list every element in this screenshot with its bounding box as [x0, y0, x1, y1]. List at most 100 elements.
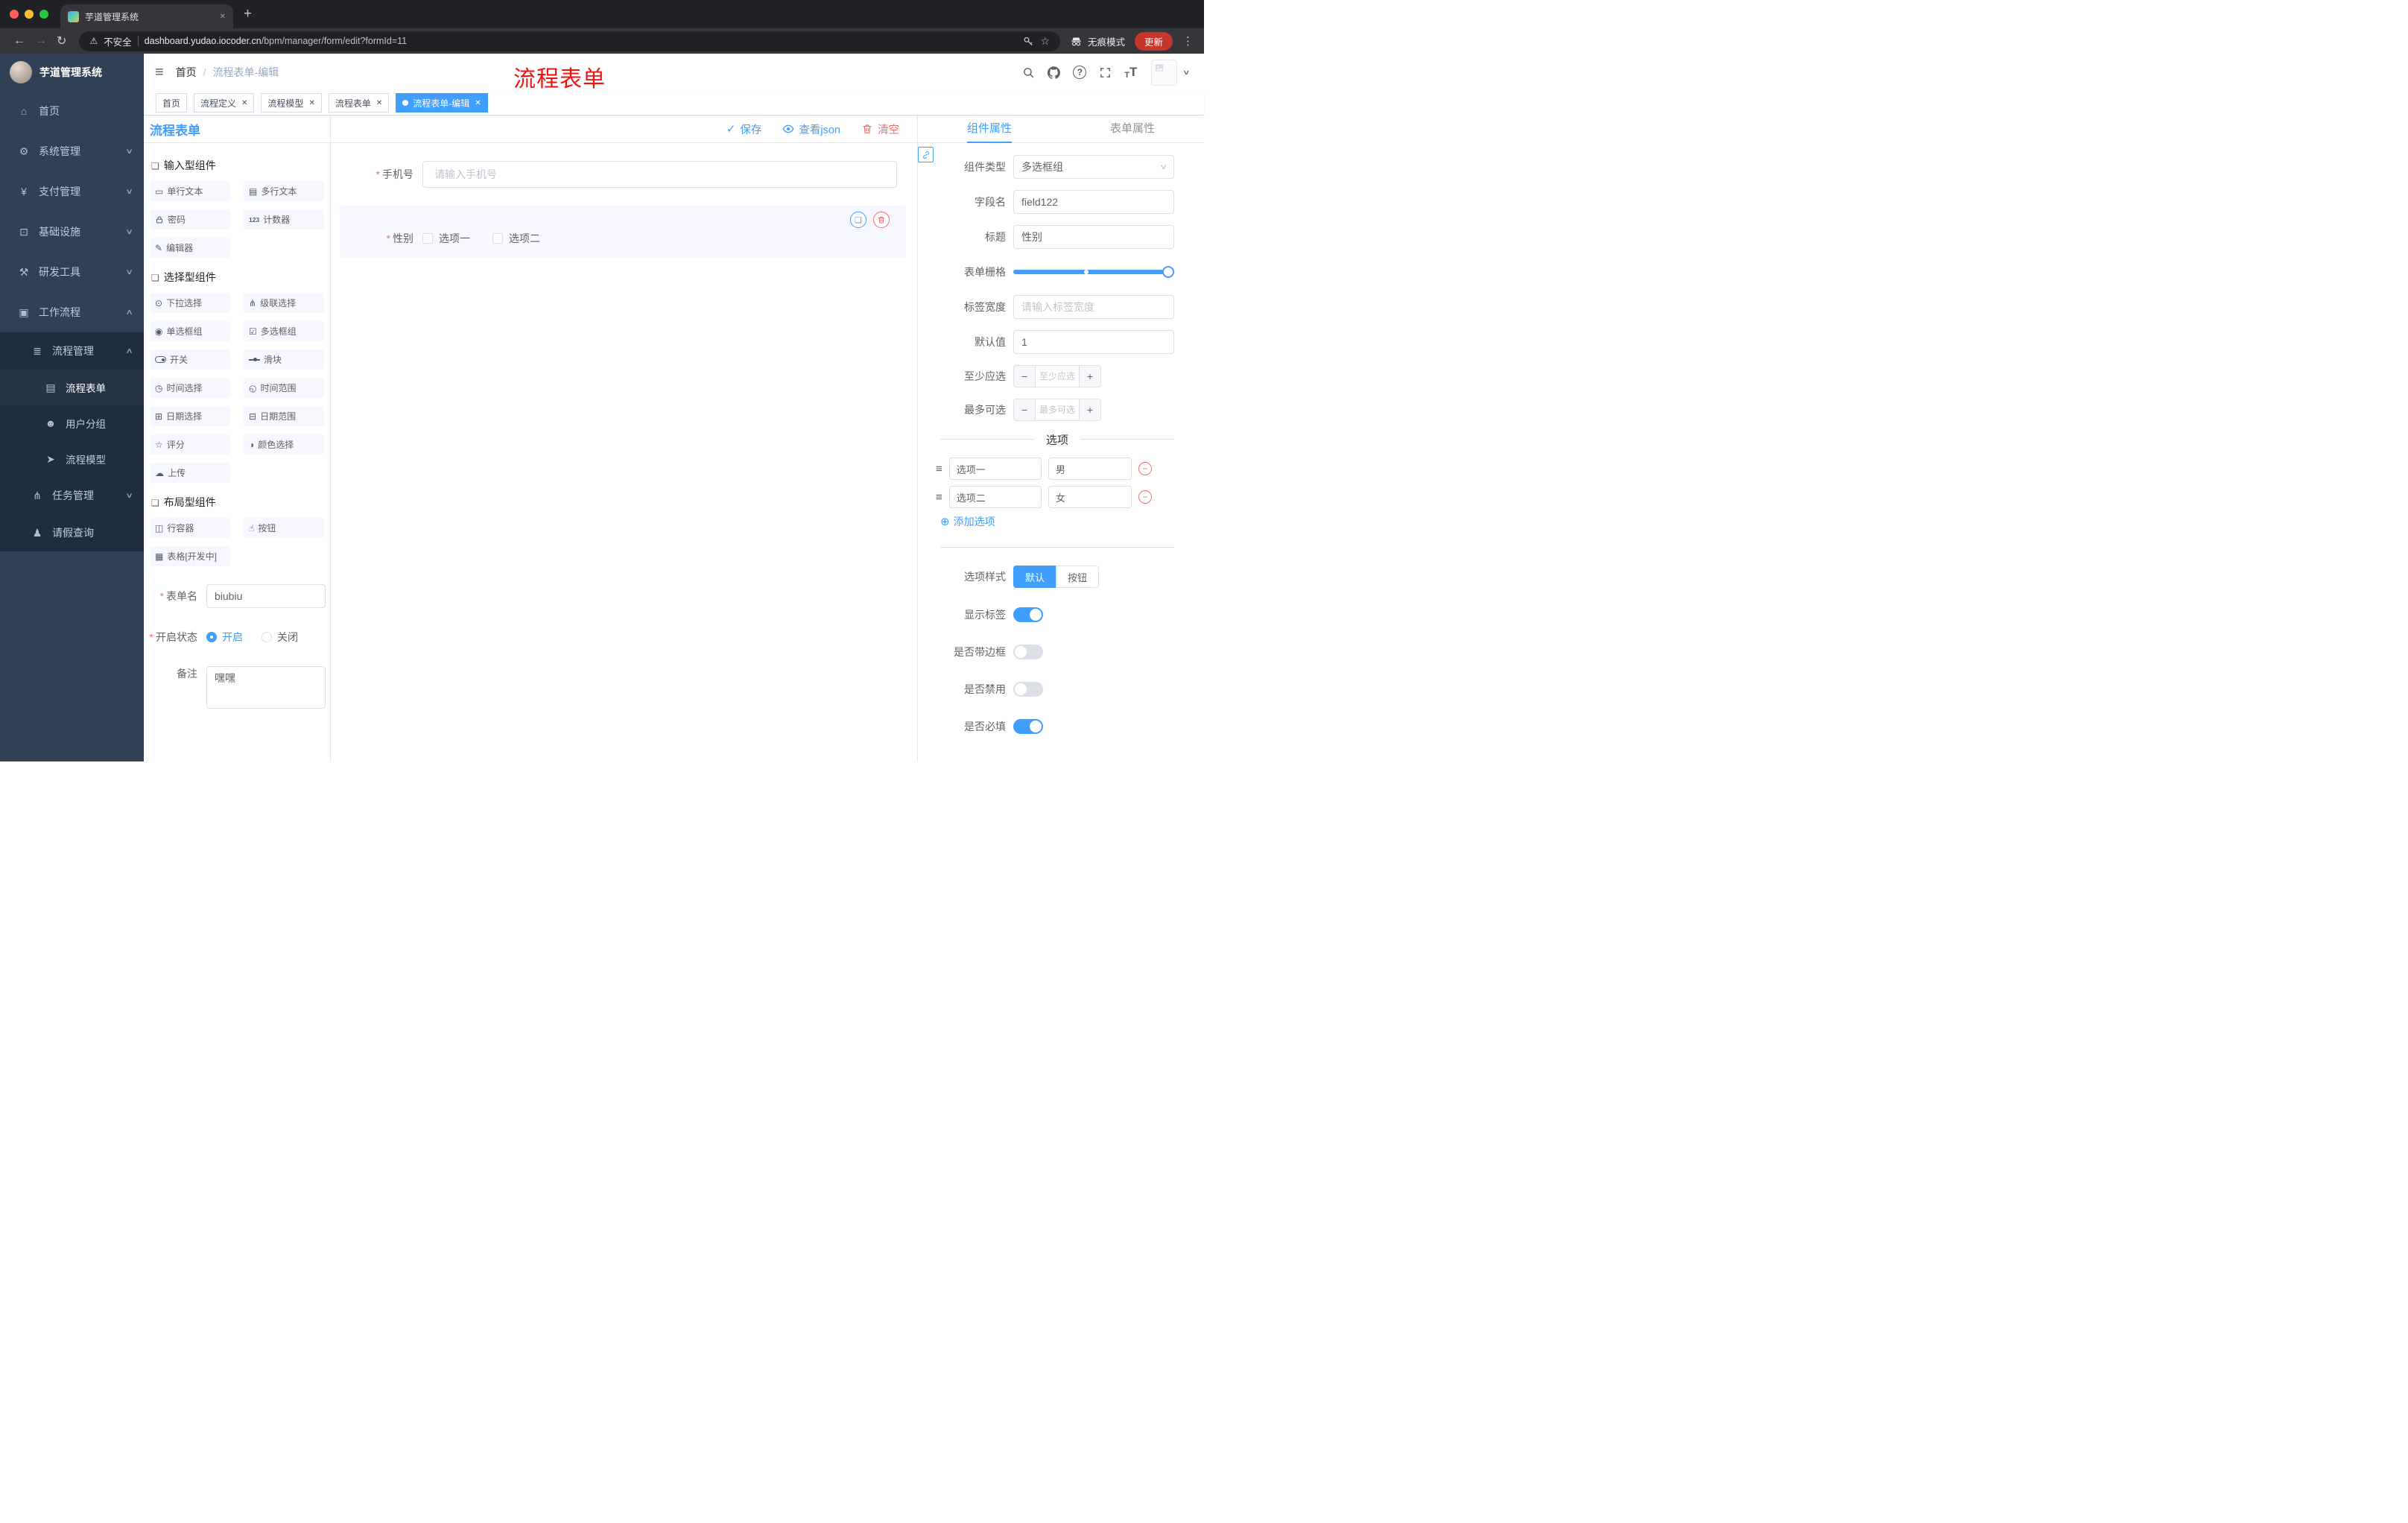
checkbox-icon[interactable]	[492, 233, 503, 244]
drag-handle-icon[interactable]: ≡	[936, 463, 942, 475]
field-name-input[interactable]	[1013, 190, 1174, 214]
grid-slider[interactable]	[1013, 260, 1174, 284]
avatar[interactable]	[1151, 59, 1178, 86]
sidebar-item-process-model[interactable]: ➤ 流程模型	[0, 441, 144, 477]
form-canvas[interactable]: *手机号 ❏ *性别 选项一 选项二	[331, 143, 917, 762]
fullscreen-icon[interactable]	[1099, 66, 1112, 79]
remove-option-icon[interactable]: −	[1138, 462, 1152, 475]
checkbox-option-1[interactable]: 选项一	[422, 231, 470, 246]
save-button[interactable]: ✓ 保存	[726, 121, 762, 137]
form-name-input[interactable]	[206, 584, 326, 608]
address-bar[interactable]: ⚠ 不安全 dashboard.yudao.iocoder.cn/bpm/man…	[79, 31, 1060, 51]
password-key-icon[interactable]	[1023, 36, 1034, 47]
component-upload[interactable]: ☁ 上传	[150, 463, 230, 483]
option-value-input[interactable]	[1048, 457, 1132, 480]
reload-button[interactable]: ↻	[57, 34, 66, 48]
tag-process-form-edit[interactable]: 流程表单-编辑 ✕	[396, 93, 488, 113]
component-time-picker[interactable]: ◷ 时间选择	[150, 378, 230, 398]
component-switch[interactable]: 开关	[150, 349, 230, 370]
tag-close-icon[interactable]: ✕	[376, 99, 382, 107]
remark-textarea[interactable]: 嘿嘿	[206, 666, 326, 709]
view-json-button[interactable]: 查看json	[782, 121, 840, 137]
avatar-caret-icon[interactable]: ∨	[1182, 69, 1191, 77]
tag-process-definition[interactable]: 流程定义 ✕	[194, 93, 255, 113]
component-date-picker[interactable]: ⊞ 日期选择	[150, 406, 230, 426]
copy-component-icon[interactable]: ❏	[850, 212, 866, 228]
browser-menu-icon[interactable]: ⋮	[1182, 34, 1194, 48]
slider-handle[interactable]	[1162, 266, 1174, 278]
component-color-picker[interactable]: ◑ 颜色选择	[244, 434, 324, 455]
tab-form-props[interactable]: 表单属性	[1061, 115, 1204, 142]
tag-home[interactable]: 首页	[156, 93, 188, 113]
default-value-input[interactable]	[1013, 330, 1174, 354]
label-width-input[interactable]	[1013, 295, 1174, 319]
app-logo[interactable]: 芋道管理系统	[0, 54, 144, 91]
font-size-icon[interactable]: TT	[1124, 65, 1137, 80]
status-off-radio[interactable]: 关闭	[262, 630, 298, 645]
status-on-radio[interactable]: 开启	[206, 630, 243, 645]
slider-track[interactable]	[1013, 266, 1174, 278]
tab-component-props[interactable]: 组件属性	[918, 115, 1061, 142]
component-time-range[interactable]: ◵ 时间范围	[244, 378, 324, 398]
tag-process-model[interactable]: 流程模型 ✕	[261, 93, 322, 113]
component-slider[interactable]: 滑块	[244, 349, 324, 370]
tag-close-icon[interactable]: ✕	[241, 99, 247, 107]
sidebar-item-process-management[interactable]: ≣ 流程管理 ∧	[0, 332, 144, 370]
tab-close-icon[interactable]: ✕	[220, 13, 226, 21]
canvas-field-gender-selected[interactable]: ❏ * 性别 选项一 选项二	[340, 206, 906, 258]
update-button[interactable]: 更新	[1134, 31, 1173, 51]
component-select[interactable]: ⊙ 下拉选择	[150, 293, 230, 313]
with-border-toggle[interactable]	[1013, 645, 1043, 659]
security-warning-icon[interactable]: ⚠	[89, 36, 98, 46]
component-row-container[interactable]: ◫ 行容器	[150, 518, 230, 538]
component-password[interactable]: 密码	[150, 209, 230, 229]
component-table[interactable]: ▦ 表格[开发中]	[150, 546, 230, 566]
option-value-input[interactable]	[1048, 486, 1132, 508]
back-button[interactable]: ←	[13, 34, 25, 48]
sidebar-item-system-management[interactable]: ⚙ 系统管理 ∨	[0, 131, 144, 171]
decrease-button[interactable]: −	[1014, 399, 1036, 420]
canvas-field-phone[interactable]: * 手机号	[340, 152, 897, 197]
tag-close-icon[interactable]: ✕	[475, 99, 481, 107]
sidebar-item-home[interactable]: ⌂ 首页	[0, 91, 144, 131]
github-icon[interactable]	[1048, 66, 1061, 79]
required-toggle[interactable]	[1013, 719, 1043, 734]
close-window-button[interactable]	[10, 10, 19, 19]
sidebar-item-process-form[interactable]: ▤ 流程表单	[0, 370, 144, 405]
help-icon[interactable]: ?	[1073, 66, 1087, 79]
checkbox-icon[interactable]	[422, 233, 433, 244]
component-date-range[interactable]: ⊟ 日期范围	[244, 406, 324, 426]
increase-button[interactable]: +	[1079, 366, 1100, 387]
search-icon[interactable]	[1022, 66, 1035, 79]
component-rate[interactable]: ☆ 评分	[150, 434, 230, 455]
phone-input[interactable]	[422, 161, 897, 188]
option-label-input[interactable]	[948, 486, 1042, 508]
new-tab-button[interactable]: +	[244, 6, 252, 22]
sidebar-item-workflow[interactable]: ▣ 工作流程 ∧	[0, 292, 144, 332]
component-editor[interactable]: ✎ 编辑器	[150, 238, 230, 258]
browser-tab[interactable]: 芋道管理系统 ✕	[60, 4, 233, 28]
sidebar-item-payment-management[interactable]: ¥ 支付管理 ∨	[0, 171, 144, 212]
remove-option-icon[interactable]: −	[1138, 490, 1152, 504]
hamburger-icon[interactable]: ≡	[155, 65, 164, 80]
option-label-input[interactable]	[948, 457, 1042, 480]
delete-component-icon[interactable]	[873, 212, 890, 228]
breadcrumb-home[interactable]: 首页	[176, 65, 197, 80]
component-type-select[interactable]: 多选框组 ∨	[1013, 155, 1174, 179]
max-select-input[interactable]	[1036, 399, 1079, 420]
show-label-toggle[interactable]	[1013, 607, 1043, 622]
disabled-toggle[interactable]	[1013, 682, 1043, 697]
component-cascader[interactable]: ⋔ 级联选择	[244, 293, 324, 313]
bookmark-star-icon[interactable]: ☆	[1040, 35, 1050, 48]
sidebar-item-leave-query[interactable]: ♟ 请假查询	[0, 514, 144, 551]
checkbox-option-2[interactable]: 选项二	[492, 231, 540, 246]
component-checkbox-group[interactable]: ☑ 多选框组	[244, 321, 324, 341]
drag-handle-icon[interactable]: ≡	[936, 491, 942, 504]
minimize-window-button[interactable]	[25, 10, 34, 19]
component-counter[interactable]: 123 计数器	[244, 209, 324, 229]
title-input[interactable]	[1013, 225, 1174, 249]
component-multi-line-text[interactable]: ▤ 多行文本	[244, 181, 324, 201]
decrease-button[interactable]: −	[1014, 366, 1036, 387]
sidebar-item-infrastructure[interactable]: ⊡ 基础设施 ∨	[0, 212, 144, 252]
component-radio-group[interactable]: ◉ 单选框组	[150, 321, 230, 341]
